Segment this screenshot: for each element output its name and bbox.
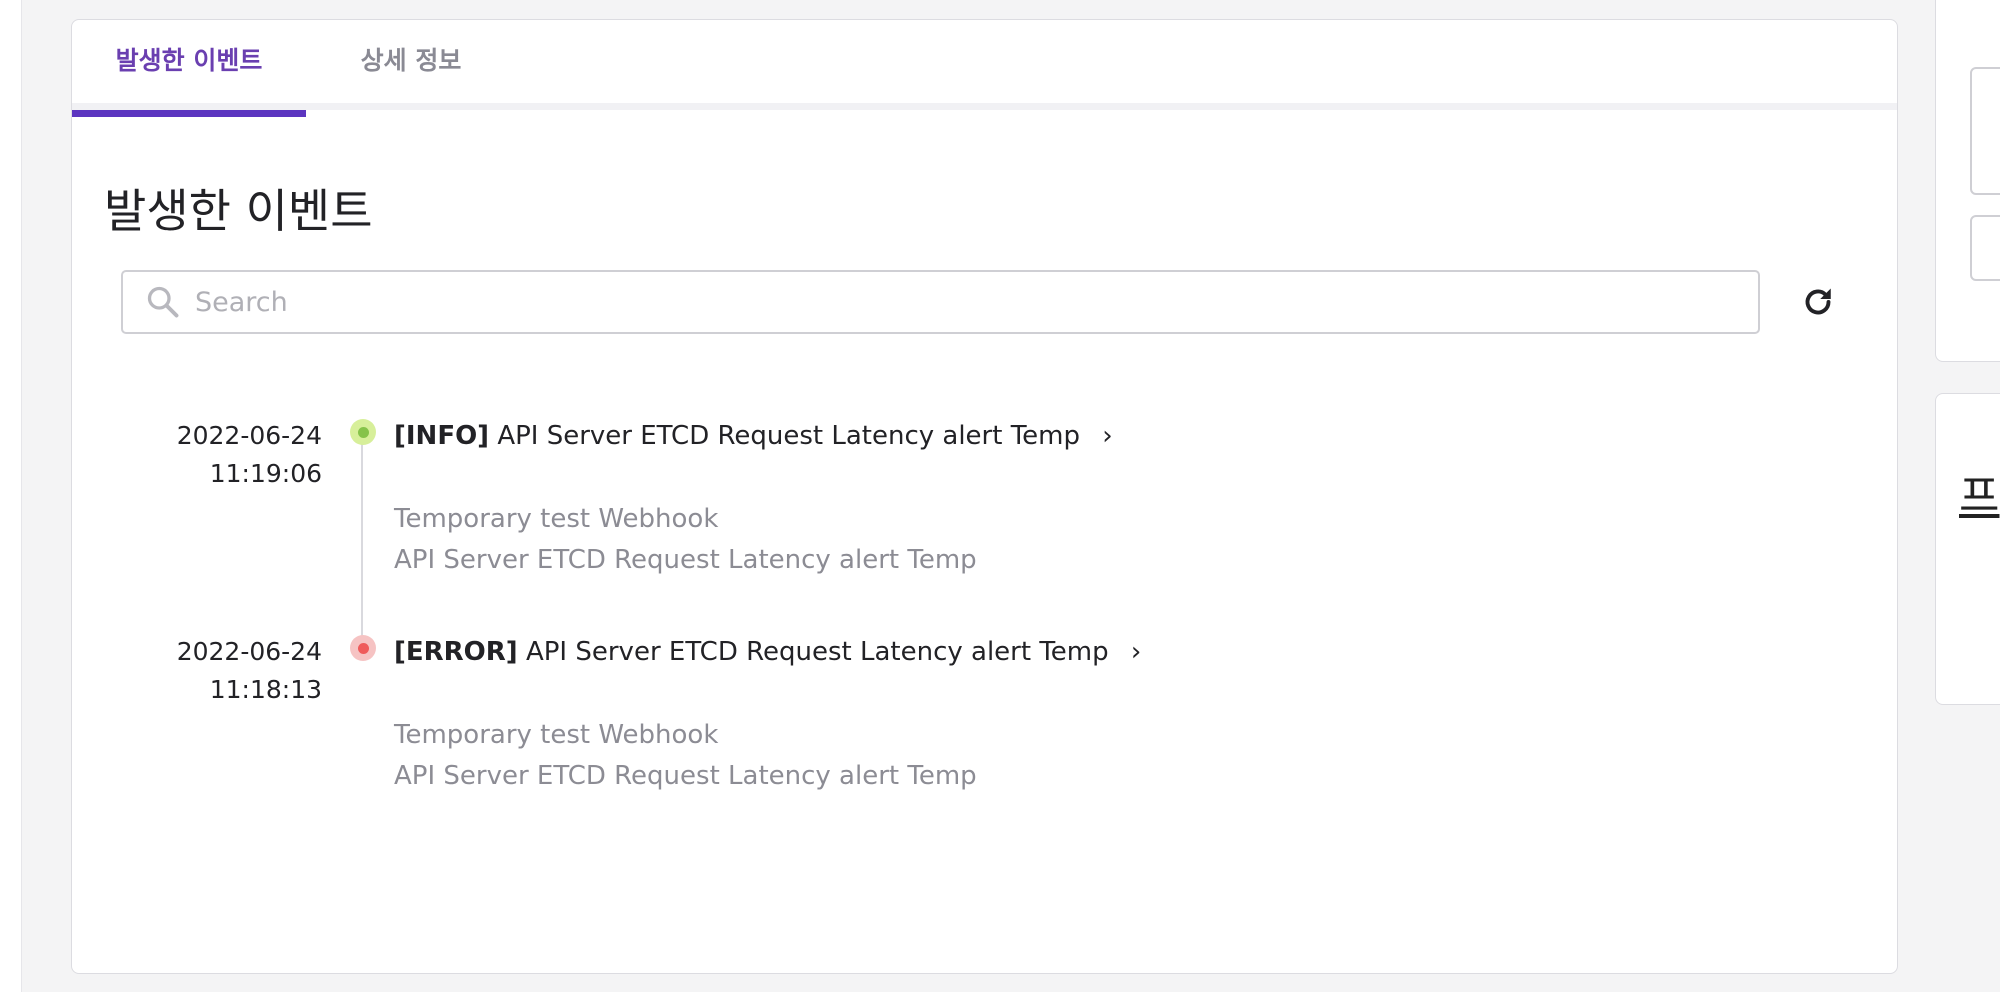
right-panel-card [1935, 393, 2000, 705]
left-sidebar-edge [0, 0, 22, 992]
right-panel-field[interactable] [1970, 67, 2000, 195]
search-input[interactable] [193, 281, 1758, 323]
event-date: 2022-06-24 [176, 421, 322, 450]
event-desc-source: Temporary test Webhook [394, 504, 719, 534]
search-box[interactable] [121, 270, 1760, 334]
event-timestamp: 2022-06-24 11:19:06 [142, 417, 322, 493]
events-card: 발생한 이벤트 상세 정보 발생한 이벤트 2022-06-24 11:19:0… [71, 19, 1898, 974]
event-timestamp: 2022-06-24 11:18:13 [142, 633, 322, 709]
status-dot [350, 419, 376, 445]
refresh-button[interactable] [1798, 282, 1838, 322]
event-title-link[interactable]: [INFO] API Server ETCD Request Latency a… [394, 417, 1113, 455]
event-desc-message: API Server ETCD Request Latency alert Te… [394, 545, 977, 575]
chevron-right-icon: › [1102, 421, 1113, 451]
event-desc-source: Temporary test Webhook [394, 720, 719, 750]
event-level: [INFO] [394, 421, 490, 451]
event-title: API Server ETCD Request Latency alert Te… [525, 637, 1109, 667]
event-level: [ERROR] [394, 637, 518, 667]
chevron-right-icon: › [1130, 637, 1142, 667]
status-dot [350, 635, 376, 661]
search-icon [147, 286, 179, 318]
tab-events[interactable]: 발생한 이벤트 [72, 20, 306, 117]
timeline-line [361, 430, 363, 645]
event-time: 11:18:13 [209, 675, 322, 704]
event-date: 2022-06-24 [176, 637, 322, 666]
event-title: API Server ETCD Request Latency alert Te… [497, 421, 1080, 451]
event-description: Temporary test Webhook API Server ETCD R… [394, 715, 977, 797]
refresh-icon [1805, 288, 1831, 315]
event-title-link[interactable]: [ERROR] API Server ETCD Request Latency … [394, 633, 1141, 671]
event-desc-message: API Server ETCD Request Latency alert Te… [394, 761, 977, 791]
tab-details[interactable]: 상세 정보 [336, 20, 486, 110]
event-time: 11:19:06 [209, 459, 322, 488]
right-panel-field[interactable] [1970, 215, 2000, 281]
tab-bar: 발생한 이벤트 상세 정보 [72, 20, 1897, 117]
right-panel-heading: 프 [1959, 471, 2000, 522]
page-title: 발생한 이벤트 [104, 184, 373, 238]
event-description: Temporary test Webhook API Server ETCD R… [394, 499, 977, 581]
